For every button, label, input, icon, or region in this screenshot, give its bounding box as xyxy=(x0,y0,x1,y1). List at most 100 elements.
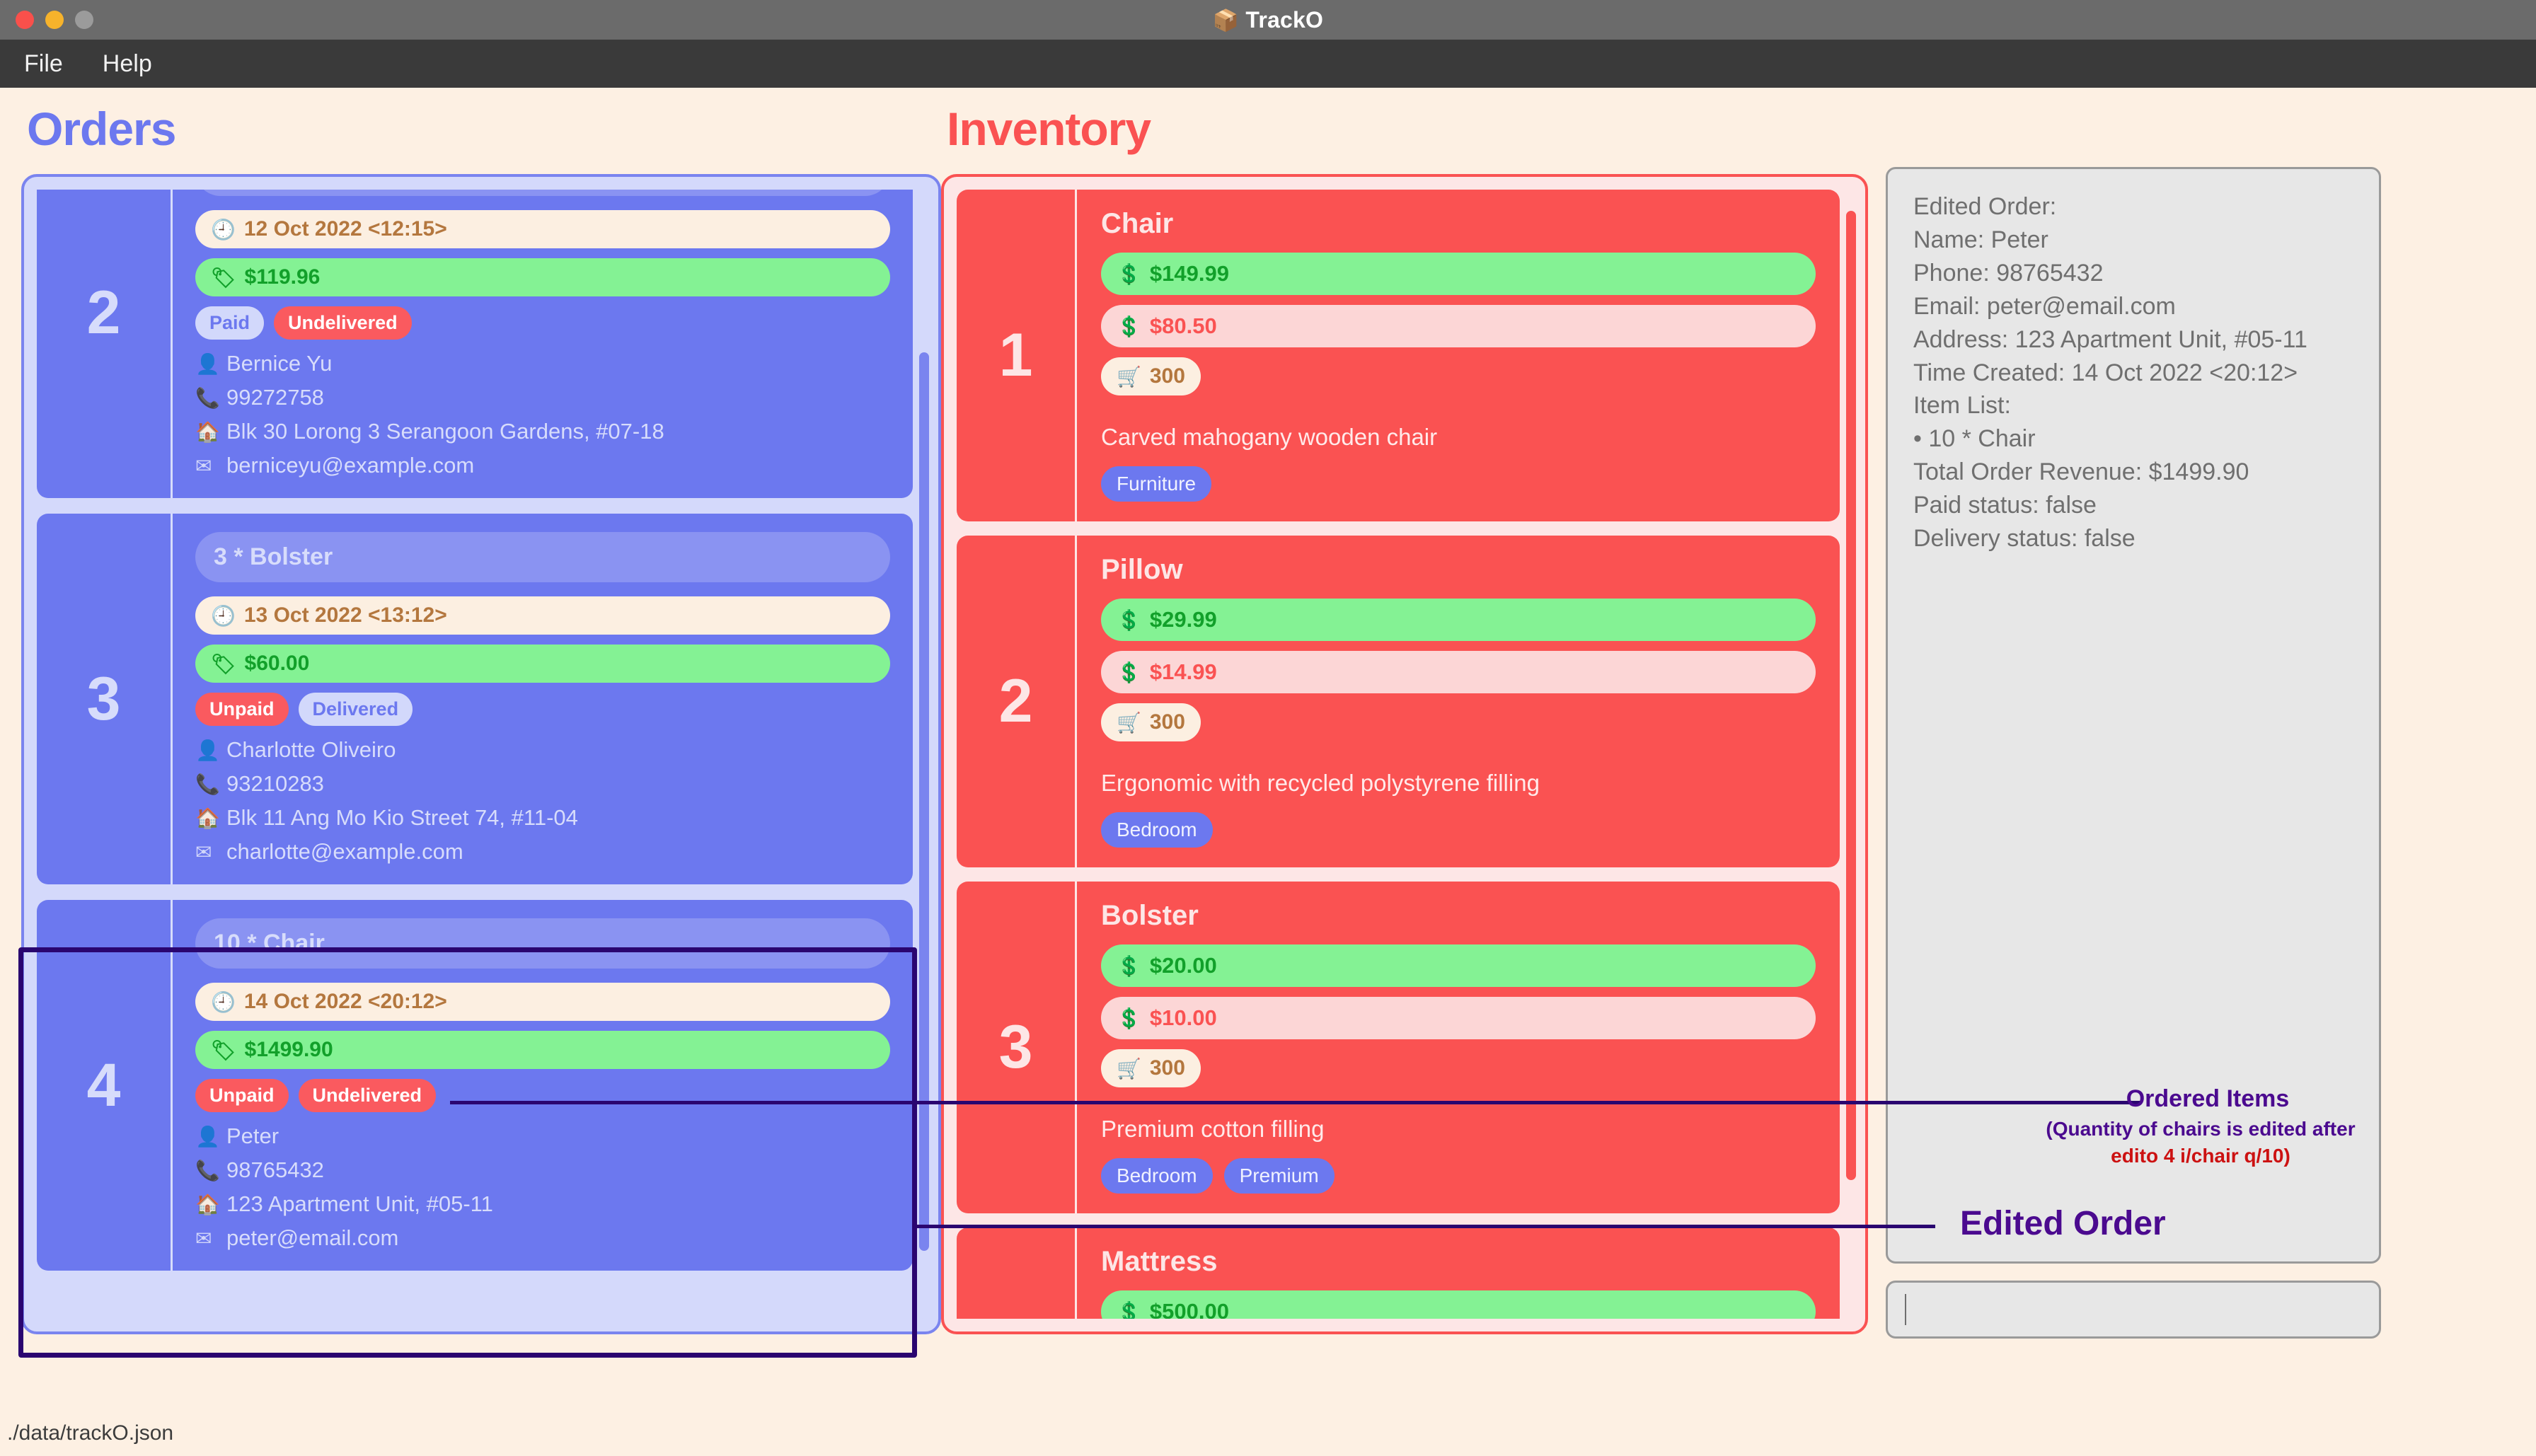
order-phone: 📞 98765432 xyxy=(195,1157,890,1183)
inventory-tag[interactable]: Furniture xyxy=(1101,466,1212,502)
clock-icon: 🕘 xyxy=(211,604,236,627)
inventory-sell-price: 💲 $29.99 xyxy=(1101,599,1816,641)
order-index: 2 xyxy=(37,190,173,498)
orders-heading: Orders xyxy=(27,103,176,155)
order-card[interactable]: 3 3 * Bolster 🕘 13 Oct 2022 <13:12> 🏷 $60.00 U… xyxy=(37,514,913,884)
inventory-index: 2 xyxy=(957,536,1077,867)
inventory-heading: Inventory xyxy=(947,103,1151,155)
order-price: 🏷 $60.00 xyxy=(195,645,890,683)
person-icon: 👤 xyxy=(195,739,220,761)
inventory-quantity-text: 300 xyxy=(1149,710,1185,734)
phone-icon: 📞 xyxy=(195,386,220,409)
inventory-card[interactable]: 1 Chair 💲 $149.99 💲 $80.50 🛒 300 Carved mahogany… xyxy=(957,190,1840,521)
order-email-text: charlotte@example.com xyxy=(226,839,463,864)
order-customer-name-text: Peter xyxy=(226,1123,279,1148)
inventory-quantity-row: 🛒 300 xyxy=(1101,357,1816,405)
order-price-text: $1499.90 xyxy=(244,1038,333,1061)
inventory-card[interactable]: 3 Bolster 💲 $20.00 💲 $10.00 🛒 300 Premium cotton… xyxy=(957,882,1840,1213)
order-time-text: 14 Oct 2022 <20:12> xyxy=(243,990,447,1013)
menu-item-help[interactable]: Help xyxy=(96,47,159,81)
inventory-tag[interactable]: Bedroom xyxy=(1101,1158,1213,1194)
delivery-status-badge[interactable]: Delivered xyxy=(298,693,413,726)
order-email: ✉ berniceyu@example.com xyxy=(195,453,890,478)
order-item-summary: 10 * Chair xyxy=(195,918,890,969)
order-phone: 📞 93210283 xyxy=(195,771,890,797)
result-line: Phone: 98765432 xyxy=(1913,259,2104,287)
order-price-text: $119.96 xyxy=(244,265,321,289)
inventory-quantity: 🛒 300 xyxy=(1101,1049,1201,1087)
orders-scrollbar-thumb[interactable] xyxy=(919,352,929,1251)
result-line: Email: peter@email.com xyxy=(1913,292,2176,320)
inventory-sell-price-text: $149.99 xyxy=(1149,261,1229,286)
inventory-scrollbar[interactable] xyxy=(1846,190,1856,1319)
inventory-index: 4 xyxy=(957,1227,1077,1319)
order-customer-name: 👤 Bernice Yu xyxy=(195,351,890,376)
inventory-tags: Bedroom Premium xyxy=(1101,1158,1816,1194)
inventory-cost-price: 💲 $14.99 xyxy=(1101,651,1816,693)
result-line: Name: Peter xyxy=(1913,226,2048,253)
order-price-text: $60.00 xyxy=(244,652,310,675)
inventory-body: Bolster 💲 $20.00 💲 $10.00 🛒 300 Premium cotton … xyxy=(1077,882,1840,1213)
cart-icon: 🛒 xyxy=(1117,365,1141,388)
order-price: 🏷 $1499.90 xyxy=(195,1031,890,1069)
command-input[interactable] xyxy=(1886,1281,2381,1339)
tag-icon: 🏷 xyxy=(211,652,236,675)
order-customer-name-text: Bernice Yu xyxy=(226,351,333,376)
order-time: 🕘 14 Oct 2022 <20:12> xyxy=(195,983,890,1021)
inventory-index: 1 xyxy=(957,190,1077,521)
inventory-card[interactable]: 4Mattress💲$500.00💲$200.00🛒300 xyxy=(957,1227,1840,1319)
order-body: 3 * Bolster 🕘 13 Oct 2022 <13:12> 🏷 $60.00 Un… xyxy=(173,514,913,884)
paid-status-badge[interactable]: Paid xyxy=(195,306,265,340)
cost-price-icon: 💲 xyxy=(1117,1007,1141,1029)
menubar: File Help xyxy=(0,40,2536,88)
orders-panel: 2 4 * Pillow 🕘 12 Oct 2022 <12:15> 🏷 $119.96 P… xyxy=(21,174,941,1334)
inventory-tag[interactable]: Bedroom xyxy=(1101,812,1213,848)
clock-icon: 🕘 xyxy=(211,218,236,241)
order-address-text: Blk 11 Ang Mo Kio Street 74, #11-04 xyxy=(226,805,578,830)
order-body: 4 * Pillow 🕘 12 Oct 2022 <12:15> 🏷 $119.96 Pa… xyxy=(173,190,913,498)
paid-status-badge[interactable]: Unpaid xyxy=(195,693,289,726)
order-email: ✉ charlotte@example.com xyxy=(195,839,890,865)
window-title-text: TrackO xyxy=(1245,6,1324,33)
order-time: 🕘 12 Oct 2022 <12:15> xyxy=(195,210,890,248)
package-box-icon: 📦 xyxy=(1212,8,1240,33)
inventory-quantity-text: 300 xyxy=(1149,364,1185,388)
inventory-body: Chair 💲 $149.99 💲 $80.50 🛒 300 Carved mahogany … xyxy=(1077,190,1840,521)
inventory-description: Premium cotton filling xyxy=(1101,1116,1325,1142)
inventory-tag[interactable]: Premium xyxy=(1223,1158,1335,1194)
cost-price-icon: 💲 xyxy=(1117,661,1141,683)
inventory-scrollbar-thumb[interactable] xyxy=(1846,211,1856,1180)
order-phone-text: 93210283 xyxy=(226,771,324,796)
menu-item-file[interactable]: File xyxy=(17,47,70,81)
order-address: 🏠 Blk 30 Lorong 3 Serangoon Gardens, #07-… xyxy=(195,419,890,444)
inventory-scroll-area[interactable]: 1 Chair 💲 $149.99 💲 $80.50 🛒 300 Carved mahogany… xyxy=(957,190,1840,1319)
inventory-sell-price: 💲 $149.99 xyxy=(1101,253,1816,295)
order-card[interactable]: 2 4 * Pillow 🕘 12 Oct 2022 <12:15> 🏷 $119.96 P… xyxy=(37,190,913,498)
inventory-sell-price-text: $29.99 xyxy=(1149,607,1217,632)
inventory-cost-price-text: $10.00 xyxy=(1149,1005,1217,1030)
home-icon: 🏠 xyxy=(195,420,220,443)
order-address-text: Blk 30 Lorong 3 Serangoon Gardens, #07-1… xyxy=(226,419,664,444)
cart-icon: 🛒 xyxy=(1117,1057,1141,1080)
paid-status-badge[interactable]: Unpaid xyxy=(195,1079,289,1112)
inventory-quantity-row: 🛒 300 xyxy=(1101,1049,1816,1097)
inventory-panel: 1 Chair 💲 $149.99 💲 $80.50 🛒 300 Carved mahogany… xyxy=(941,174,1868,1334)
delivery-status-badge[interactable]: Undelivered xyxy=(274,306,412,340)
order-phone: 📞 99272758 xyxy=(195,385,890,410)
workspace: Orders 2 4 * Pillow 🕘 12 Oct 2022 <12:15> 🏷 $… xyxy=(0,88,2536,1411)
order-item-summary: 4 * Pillow xyxy=(195,190,890,196)
inventory-card[interactable]: 2 Pillow 💲 $29.99 💲 $14.99 🛒 300 Ergonomic with … xyxy=(957,536,1840,867)
result-column: Edited Order: Name: Peter Phone: 98765432 E… xyxy=(1886,88,2381,1339)
result-line: Total Order Revenue: $1499.90 xyxy=(1913,458,2249,486)
inventory-tags: Bedroom xyxy=(1101,812,1816,848)
orders-scroll-area[interactable]: 2 4 * Pillow 🕘 12 Oct 2022 <12:15> 🏷 $119.96 P… xyxy=(37,190,913,1319)
order-address-text: 123 Apartment Unit, #05-11 xyxy=(226,1191,493,1216)
inventory-item-name: Pillow xyxy=(1101,554,1183,585)
result-line: Time Created: 14 Oct 2022 <20:12> xyxy=(1913,359,2298,386)
order-card[interactable]: 4 10 * Chair 🕘 14 Oct 2022 <20:12> 🏷 $1499.90… xyxy=(37,900,913,1271)
orders-scrollbar[interactable] xyxy=(919,190,929,1319)
delivery-status-badge[interactable]: Undelivered xyxy=(298,1079,437,1112)
order-index: 3 xyxy=(37,514,173,884)
inventory-sell-price: 💲 $500.00 xyxy=(1101,1290,1816,1319)
inventory-quantity-text: 300 xyxy=(1149,1056,1185,1080)
